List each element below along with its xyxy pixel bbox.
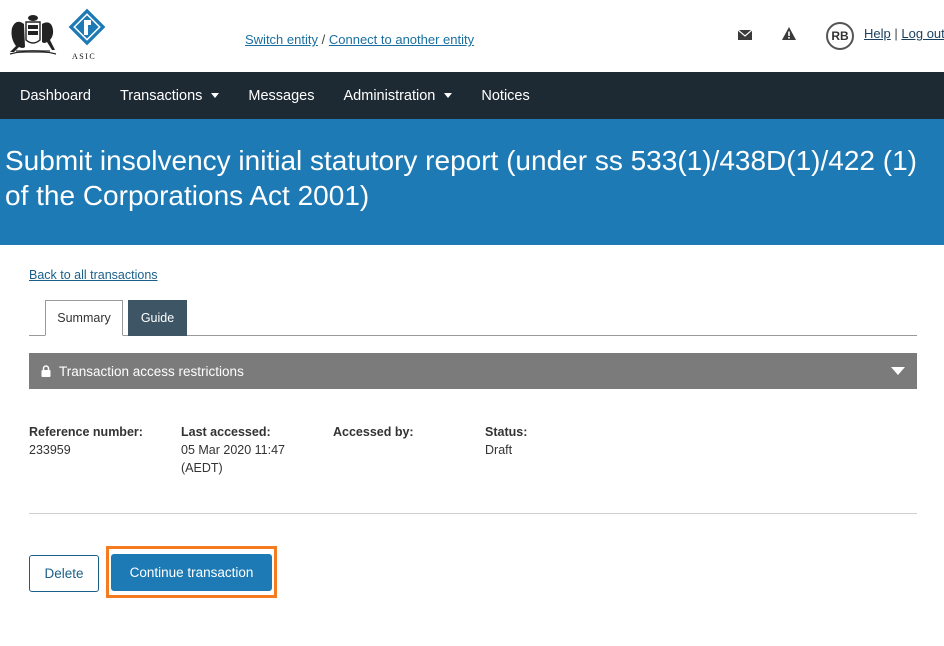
- access-restrictions-label: Transaction access restrictions: [59, 363, 244, 379]
- status: Status: Draft: [485, 423, 527, 459]
- nav-item-dashboard[interactable]: Dashboard: [20, 88, 91, 104]
- status-value: Draft: [485, 443, 513, 457]
- back-to-transactions-link[interactable]: Back to all transactions: [29, 268, 158, 282]
- reference-label: Reference number:: [29, 425, 143, 439]
- nav-item-administration[interactable]: Administration: [344, 88, 453, 104]
- page-title: Submit insolvency initial statutory repo…: [5, 145, 917, 211]
- divider: [29, 513, 917, 514]
- tab-label: Guide: [140, 311, 175, 325]
- nav-item-transactions[interactable]: Transactions: [119, 87, 220, 104]
- title-banner: Submit insolvency initial statutory repo…: [0, 119, 944, 245]
- status-label: Status:: [485, 425, 528, 439]
- nav-label: Notices: [481, 87, 530, 104]
- nav-label: Administration: [343, 87, 436, 104]
- entity-links: Switch entity / Connect to another entit…: [245, 32, 474, 47]
- reference-value: 233959: [29, 443, 71, 457]
- accessed-by-label: Accessed by:: [333, 425, 414, 439]
- nav-label: Dashboard: [20, 87, 91, 104]
- tab-bar: Summary Guide: [29, 299, 917, 336]
- chevron-down-icon[interactable]: [891, 367, 905, 375]
- entity-separator: /: [321, 32, 326, 47]
- caret-down-icon: [444, 93, 453, 98]
- tab-guide[interactable]: Guide: [128, 300, 187, 336]
- logout-link[interactable]: Log out: [901, 26, 944, 41]
- lock-icon: [41, 365, 51, 377]
- avatar[interactable]: RB: [826, 22, 854, 50]
- last-accessed-value: 05 Mar 2020 11:47 (AEDT): [181, 443, 286, 475]
- help-link[interactable]: Help: [864, 26, 891, 41]
- nav-item-messages[interactable]: Messages: [248, 88, 314, 104]
- main-nav: Dashboard Transactions Messages Administ…: [0, 72, 944, 119]
- accessed-by: Accessed by:: [333, 423, 414, 441]
- mail-icon[interactable]: [738, 29, 752, 41]
- reference-number: Reference number: 233959: [29, 423, 143, 459]
- tab-summary[interactable]: Summary: [45, 300, 123, 336]
- delete-button[interactable]: Delete: [29, 555, 99, 592]
- top-header: ASIC Switch entity / Connect to another …: [0, 0, 944, 72]
- caret-down-icon: [211, 93, 220, 98]
- asic-wordmark: ASIC: [72, 52, 97, 61]
- continue-transaction-button[interactable]: Continue transaction: [111, 554, 272, 591]
- last-accessed: Last accessed: 05 Mar 2020 11:47 (AEDT): [181, 423, 321, 477]
- nav-item-notices[interactable]: Notices: [481, 88, 529, 104]
- logo-area[interactable]: ASIC: [4, 8, 114, 64]
- help-separator: |: [894, 26, 898, 41]
- access-restrictions-accordion[interactable]: Transaction access restrictions: [29, 353, 917, 389]
- help-links: Help | Log out: [864, 26, 944, 41]
- content-panel: Back to all transactions Summary Guide T…: [0, 245, 944, 646]
- nav-label: Transactions: [119, 87, 203, 104]
- tab-label: Summary: [57, 311, 111, 325]
- nav-label: Messages: [248, 87, 315, 104]
- last-accessed-label: Last accessed:: [181, 425, 271, 439]
- alert-icon[interactable]: [782, 27, 796, 41]
- connect-entity-link[interactable]: Connect to another entity: [329, 32, 474, 47]
- coat-of-arms-icon: [9, 15, 57, 55]
- switch-entity-link[interactable]: Switch entity: [245, 32, 318, 47]
